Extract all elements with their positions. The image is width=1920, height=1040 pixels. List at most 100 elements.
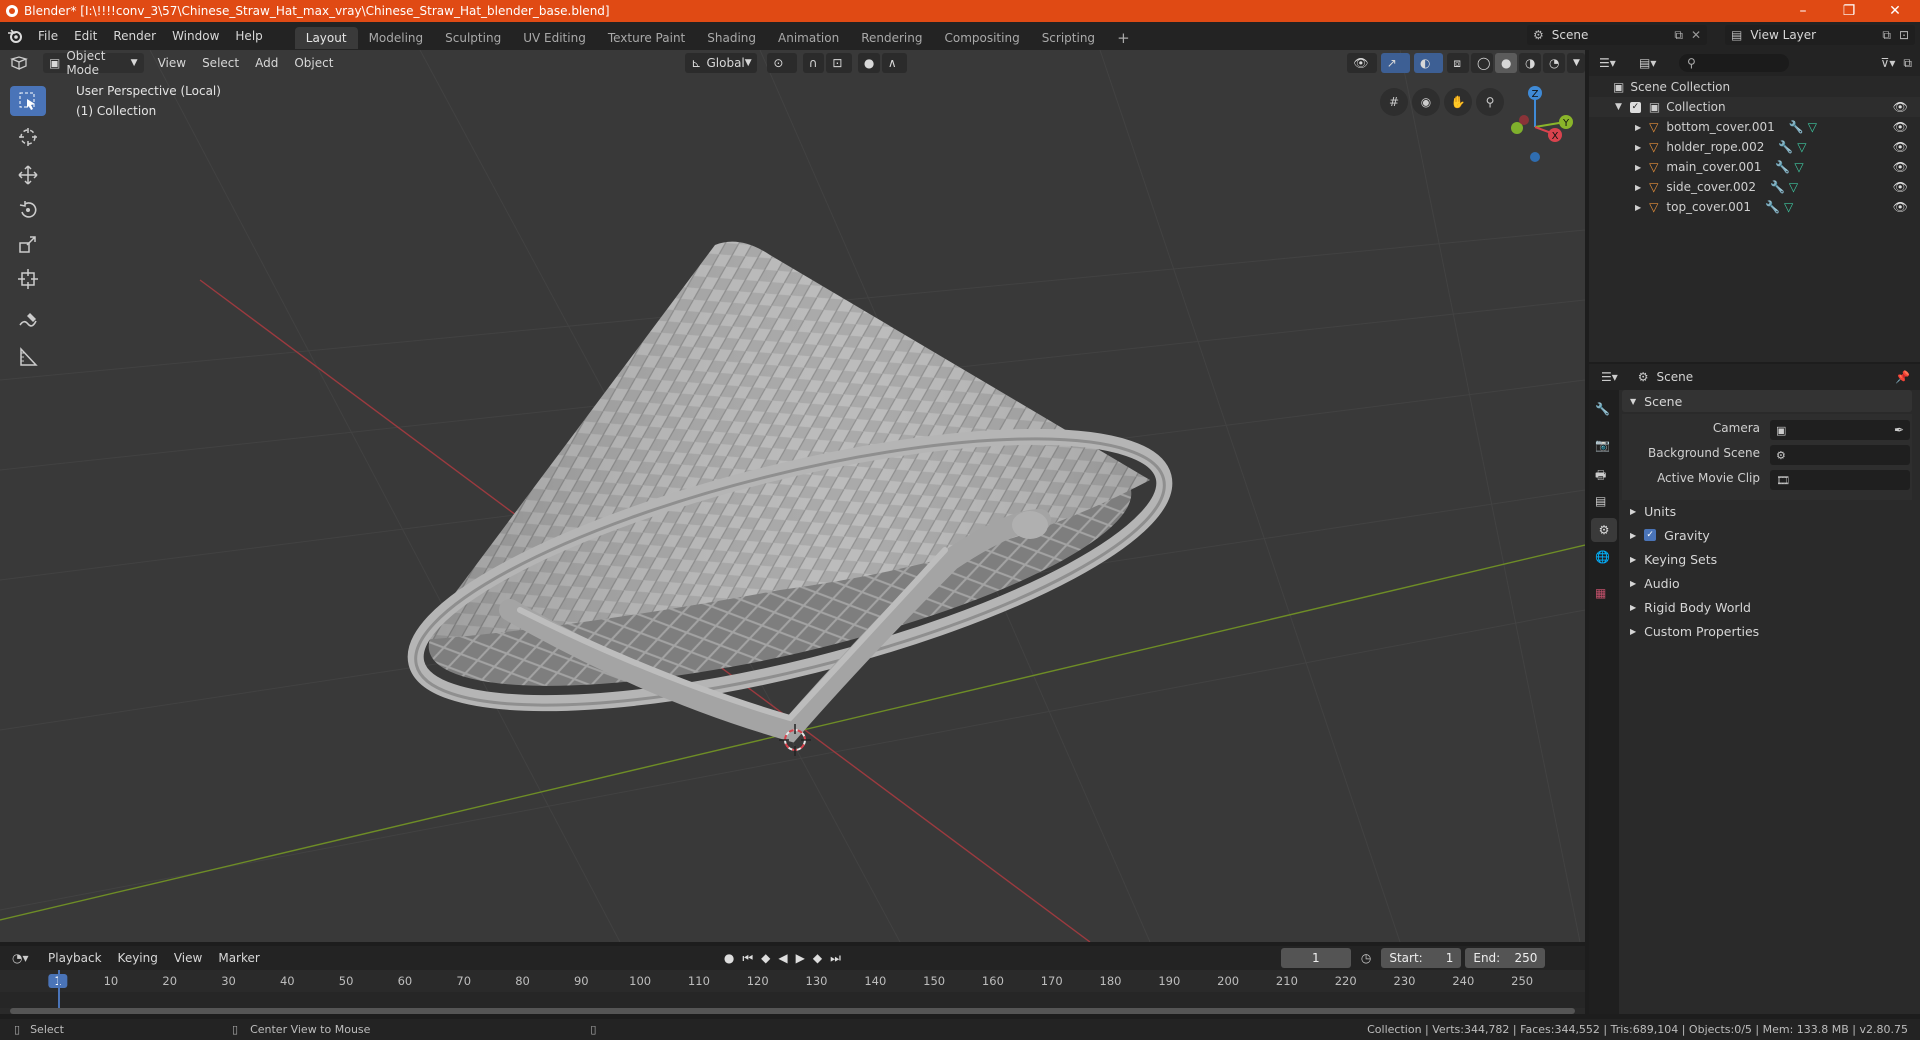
overlay-toggle-icon[interactable]: ◐ <box>1414 53 1444 73</box>
modifier-wrench-icon[interactable]: 🔧 <box>1778 140 1793 154</box>
pivot-point-icon[interactable]: ⊙ <box>767 53 797 73</box>
viewport-menu-select[interactable]: Select <box>194 49 247 77</box>
current-frame-field[interactable]: 1 <box>1280 948 1351 968</box>
editor-type-icon[interactable] <box>10 56 37 70</box>
remove-scene-icon[interactable]: ✕ <box>1691 28 1701 42</box>
modifier-wrench-icon[interactable]: 🔧 <box>1775 160 1790 174</box>
mesh-data-icon[interactable]: ▽ <box>1808 120 1817 134</box>
visibility-icon[interactable]: 👁 <box>1347 53 1377 73</box>
eye-icon[interactable]: 👁 <box>1893 200 1908 214</box>
collection-checkbox[interactable]: ✓ <box>1629 101 1641 113</box>
new-collection-icon[interactable]: ⧉ <box>1903 56 1912 71</box>
cursor-tool-icon[interactable] <box>10 122 46 152</box>
tab-layout[interactable]: Layout <box>294 27 358 49</box>
tab-modeling[interactable]: Modeling <box>358 27 435 49</box>
tool-tab-icon[interactable]: 🔧 <box>1595 402 1610 416</box>
playhead-line[interactable] <box>58 970 60 1010</box>
minimize-button[interactable]: – <box>1780 0 1826 22</box>
rigid-body-world-panel-header[interactable]: ▶ Rigid Body World <box>1622 596 1912 618</box>
timeline-menu-marker[interactable]: Marker <box>210 944 267 972</box>
play-icon[interactable]: ▶ <box>796 951 805 965</box>
timeline-menu-keying[interactable]: Keying <box>110 944 166 972</box>
shading-options-icon[interactable]: ▼ <box>1567 53 1586 73</box>
proportional-edit-icon[interactable]: ● <box>857 53 880 73</box>
solid-shading-icon[interactable]: ● <box>1495 53 1518 73</box>
menu-file[interactable]: File <box>30 22 66 50</box>
transform-tool-icon[interactable] <box>10 264 46 294</box>
modifier-wrench-icon[interactable]: 🔧 <box>1770 180 1785 194</box>
view-layer-tab-icon[interactable]: ▤ <box>1595 494 1606 508</box>
timeline-menu-view[interactable]: View <box>166 944 210 972</box>
jump-end-icon[interactable]: ⏭ <box>830 951 841 966</box>
tab-shading[interactable]: Shading <box>696 27 767 49</box>
scale-tool-icon[interactable] <box>10 230 46 260</box>
camera-field[interactable]: ▣ ✒ <box>1770 420 1910 440</box>
timeline-menu-playback[interactable]: Playback <box>40 944 110 972</box>
mesh-data-icon[interactable]: ▽ <box>1789 180 1798 194</box>
record-keyframe-icon[interactable]: ● <box>724 951 734 965</box>
expand-arrow-icon[interactable]: ▼ <box>1615 102 1622 112</box>
keying-sets-panel-header[interactable]: ▶ Keying Sets <box>1622 548 1912 570</box>
frame-ruler[interactable]: 1102030405060708090100110120130140150160… <box>0 970 1585 992</box>
gravity-checkbox[interactable]: ✓ <box>1644 529 1657 541</box>
scene-panel-header[interactable]: ▼ Scene <box>1622 390 1912 412</box>
gizmo-neg-x-icon[interactable] <box>1519 115 1529 125</box>
snap-magnet-icon[interactable]: ∩ <box>802 53 825 73</box>
blender-menu-icon[interactable] <box>0 22 30 50</box>
expand-arrow-icon[interactable]: ▶ <box>1635 163 1641 172</box>
outliner-object-row[interactable]: ▶ ▽ side_cover.002 🔧 ▽ 👁 <box>1589 177 1920 197</box>
eye-icon[interactable]: 👁 <box>1893 120 1908 134</box>
start-frame-field[interactable]: Start: 1 <box>1381 948 1462 968</box>
outliner-object-row[interactable]: ▶ ▽ bottom_cover.001 🔧 ▽ 👁 <box>1589 117 1920 137</box>
expand-arrow-icon[interactable]: ▶ <box>1635 143 1641 152</box>
modifier-wrench-icon[interactable]: 🔧 <box>1765 200 1780 214</box>
pan-hand-icon[interactable]: ✋ <box>1444 88 1472 116</box>
eye-icon[interactable]: 👁 <box>1893 160 1908 174</box>
rendered-shading-icon[interactable]: ◔ <box>1543 53 1566 73</box>
filter-icon[interactable]: ⊽▾ <box>1881 56 1896 70</box>
menu-render[interactable]: Render <box>105 22 164 50</box>
orientation-gizmo[interactable]: Z Y X <box>1488 82 1576 168</box>
gizmo-neg-z-icon[interactable] <box>1530 152 1540 162</box>
snap-target-icon[interactable]: ⊡ <box>826 53 852 73</box>
falloff-icon[interactable]: ∧ <box>881 53 908 73</box>
tab-animation[interactable]: Animation <box>767 27 850 49</box>
select-box-tool-icon[interactable] <box>10 86 46 116</box>
tab-rendering[interactable]: Rendering <box>850 27 933 49</box>
expand-arrow-icon[interactable]: ▶ <box>1635 183 1641 192</box>
timeline-editor-type-icon[interactable]: ◔▾ <box>12 951 40 965</box>
modifier-wrench-icon[interactable]: 🔧 <box>1789 120 1804 134</box>
3d-viewport[interactable] <box>0 50 1585 942</box>
jump-keyframe-forward-icon[interactable]: ◆ <box>813 951 822 965</box>
eye-icon[interactable]: 👁 <box>1893 180 1908 194</box>
mode-selector[interactable]: ▣ Object Mode ▼ <box>42 49 144 77</box>
tab-compositing[interactable]: Compositing <box>933 27 1030 49</box>
custom-properties-panel-header[interactable]: ▶ Custom Properties <box>1622 620 1912 642</box>
measure-tool-icon[interactable] <box>10 342 46 372</box>
display-mode-icon[interactable]: ▤▾ <box>1639 56 1669 70</box>
viewport-menu-view[interactable]: View <box>150 49 194 77</box>
outliner-object-row[interactable]: ▶ ▽ top_cover.001 🔧 ▽ 👁 <box>1589 197 1920 217</box>
tab-sculpting[interactable]: Sculpting <box>434 27 512 49</box>
eye-icon[interactable]: 👁 <box>1893 100 1908 114</box>
texture-tab-icon[interactable]: ▦ <box>1595 586 1606 600</box>
menu-help[interactable]: Help <box>227 22 270 50</box>
outliner-object-row[interactable]: ▶ ▽ holder_rope.002 🔧 ▽ 👁 <box>1589 137 1920 157</box>
viewport-menu-object[interactable]: Object <box>286 49 341 77</box>
outliner-search-input[interactable]: ⚲ <box>1679 54 1789 72</box>
rotate-tool-icon[interactable] <box>10 195 46 225</box>
viewport-scene[interactable] <box>0 50 1585 942</box>
camera-view-icon[interactable]: ◉ <box>1412 88 1440 116</box>
timeline-track-area[interactable] <box>0 992 1585 1008</box>
tab-texture-paint[interactable]: Texture Paint <box>597 27 696 49</box>
menu-window[interactable]: Window <box>164 22 227 50</box>
gravity-panel-header[interactable]: ▶ ✓ Gravity <box>1622 524 1912 546</box>
mesh-data-icon[interactable]: ▽ <box>1794 160 1803 174</box>
jump-start-icon[interactable]: ⏮ <box>742 951 753 966</box>
pin-icon[interactable]: 📌 <box>1895 370 1910 384</box>
transform-orientation-selector[interactable]: ⊾ Global ▼ <box>685 53 758 73</box>
remove-view-layer-icon[interactable]: ⊡ <box>1899 28 1909 42</box>
active-movie-clip-field[interactable]: 🎞 <box>1770 470 1910 490</box>
outliner-object-row[interactable]: ▶ ▽ main_cover.001 🔧 ▽ 👁 <box>1589 157 1920 177</box>
view-layer-selector[interactable]: ▤ View Layer ⧉ ⊡ <box>1725 25 1915 45</box>
